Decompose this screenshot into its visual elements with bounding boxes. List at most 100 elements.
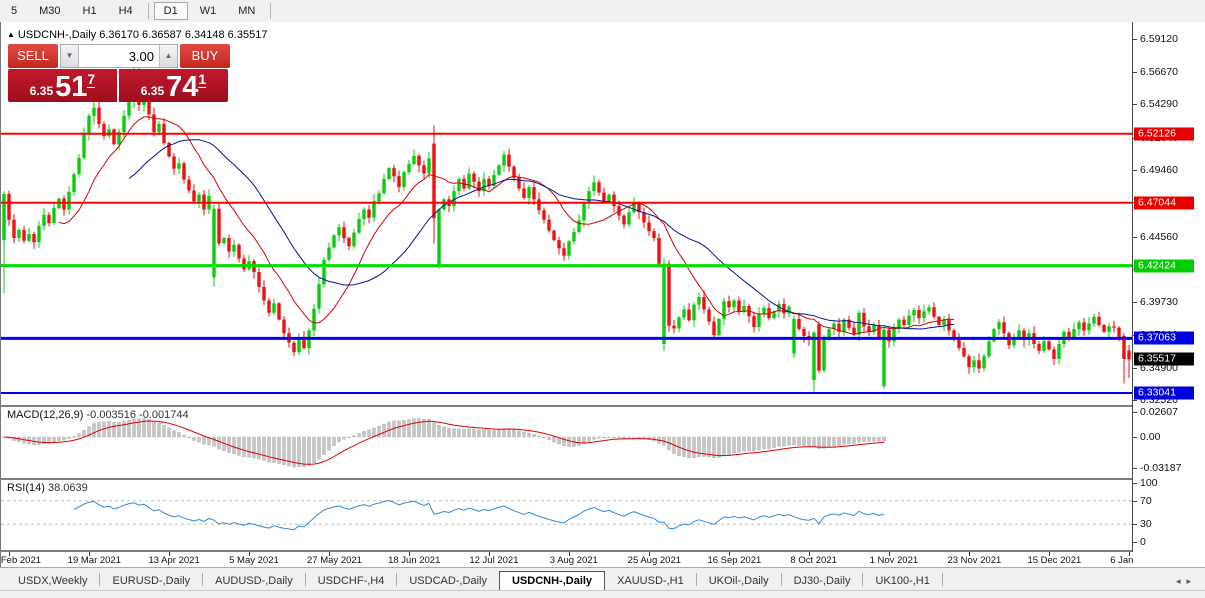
axis-tick-mark xyxy=(1133,468,1137,469)
axis-tick-mark xyxy=(1133,501,1137,502)
buy-price-pip: 1 xyxy=(198,71,206,88)
timeframe-button-m30[interactable]: M30 xyxy=(29,2,70,20)
axis-tick-mark xyxy=(1133,483,1137,484)
axis-tick-mark xyxy=(1133,237,1137,238)
date-label: 1 Nov 2021 xyxy=(870,555,919,566)
timeframe-button-mn[interactable]: MN xyxy=(228,2,265,20)
date-label: 5 May 2021 xyxy=(229,555,279,566)
volume-input[interactable] xyxy=(79,45,159,67)
axis-tick-mark xyxy=(1133,524,1137,525)
chart-ohlc-readout: 6.36170 6.36587 6.34148 6.35517 xyxy=(99,29,267,41)
date-label: 6 Jan 2022 xyxy=(1110,555,1133,566)
sell-price-prefix: 6.35 xyxy=(30,84,53,98)
axis-tick-mark xyxy=(1133,368,1137,369)
tab-separator xyxy=(942,573,943,586)
sell-button[interactable]: SELL xyxy=(8,44,58,68)
macd-label: MACD(12,26,9) -0.003516 -0.001744 xyxy=(7,409,189,421)
axis-tick-mark xyxy=(1133,302,1137,303)
chart-tab-usdcnh-daily[interactable]: USDCNH-,Daily xyxy=(499,571,605,591)
date-label: 25 Feb 2021 xyxy=(0,555,41,566)
price-badge-6.52126: 6.52126 xyxy=(1134,127,1194,140)
axis-tick-label: 6.49460 xyxy=(1140,164,1178,176)
chart-title: ▲USDCNH-,Daily 6.36170 6.36587 6.34148 6… xyxy=(7,29,267,41)
buy-price-prefix: 6.35 xyxy=(141,84,164,98)
sell-price-pip: 7 xyxy=(87,71,95,88)
timeframe-button-h1[interactable]: H1 xyxy=(73,2,107,20)
chart-tab-usdx-weekly[interactable]: USDX,Weekly xyxy=(6,572,99,591)
macd-rsi-splitter[interactable] xyxy=(0,478,1133,480)
axis-tick-label: 70 xyxy=(1140,495,1152,507)
volume-increase-icon[interactable]: ▲ xyxy=(159,45,177,67)
collapse-icon[interactable]: ▲ xyxy=(7,30,15,39)
timeframe-toolbar: 5M30H1H4 D1W1MN xyxy=(0,0,1205,23)
candlestick-series xyxy=(2,59,1130,392)
axis-tick-mark xyxy=(1133,400,1137,401)
date-label: 25 Aug 2021 xyxy=(628,555,681,566)
date-axis[interactable]: 25 Feb 202119 Mar 202113 Apr 20215 May 2… xyxy=(0,552,1133,567)
tab-scroll-right-icon[interactable]: ▸ xyxy=(1186,576,1197,586)
chart-tab-bar: USDX,WeeklyEURUSD-,DailyAUDUSD-,DailyUSD… xyxy=(0,567,1205,591)
chart-tab-usdchf-h4[interactable]: USDCHF-,H4 xyxy=(306,572,397,591)
tab-scroll-left-icon[interactable]: ◂ xyxy=(1176,576,1187,586)
axis-tick-mark xyxy=(1133,72,1137,73)
date-label: 8 Oct 2021 xyxy=(790,555,836,566)
axis-tick-label: 100 xyxy=(1140,477,1158,489)
axis-tick-label: 6.39730 xyxy=(1140,296,1178,308)
volume-decrease-icon[interactable]: ▼ xyxy=(61,45,79,67)
chart-symbol-label: USDCNH-,Daily xyxy=(18,29,96,41)
axis-tick-label: 6.44560 xyxy=(1140,231,1178,243)
toolbar-separator xyxy=(270,3,271,19)
price-macd-splitter[interactable] xyxy=(0,405,1133,407)
axis-tick-label: 0 xyxy=(1140,536,1146,548)
price-badge-6.37063: 6.37063 xyxy=(1134,332,1194,345)
date-label: 12 Jul 2021 xyxy=(469,555,518,566)
axis-tick-label: -0.03187 xyxy=(1140,462,1181,474)
timeframe-button-5[interactable]: 5 xyxy=(1,2,27,20)
sell-price-main: 51 xyxy=(55,74,87,100)
timeframe-button-h4[interactable]: H4 xyxy=(109,2,143,20)
date-label: 13 Apr 2021 xyxy=(149,555,200,566)
ma-slow-line xyxy=(129,140,954,329)
chart-tab-dj30-daily[interactable]: DJ30-,Daily xyxy=(782,572,863,591)
date-label: 15 Dec 2021 xyxy=(1027,555,1081,566)
price-badge-6.42424: 6.42424 xyxy=(1134,259,1194,272)
date-label: 23 Nov 2021 xyxy=(947,555,1001,566)
chart-tab-eurusd-daily[interactable]: EURUSD-,Daily xyxy=(100,572,202,591)
toolbar-separator xyxy=(148,3,149,19)
axis-tick-mark xyxy=(1133,170,1137,171)
axis-tick-mark xyxy=(1133,104,1137,105)
ma-fast-line xyxy=(59,117,954,335)
axis-tick-label: 0.00 xyxy=(1140,431,1160,443)
chart-tab-usdcad-daily[interactable]: USDCAD-,Daily xyxy=(397,572,499,591)
timeframe-button-d1[interactable]: D1 xyxy=(154,2,188,20)
rsi-label: RSI(14) 38.0639 xyxy=(7,482,88,494)
axis-tick-mark xyxy=(1133,542,1137,543)
chart-tab-ukoil-daily[interactable]: UKOil-,Daily xyxy=(697,572,781,591)
macd-histogram xyxy=(3,419,886,468)
chart-tab-xauusd-h1[interactable]: XAUUSD-,H1 xyxy=(605,572,696,591)
price-badge-6.33041: 6.33041 xyxy=(1134,387,1194,400)
rsi-chart-canvas[interactable] xyxy=(1,480,1133,552)
axis-tick-mark xyxy=(1133,437,1137,438)
chart-tab-audusd-daily[interactable]: AUDUSD-,Daily xyxy=(203,572,305,591)
axis-tick-mark xyxy=(1133,39,1137,40)
axis-tick-mark xyxy=(1133,412,1137,413)
timeframe-button-w1[interactable]: W1 xyxy=(190,2,227,20)
price-axis[interactable]: 6.591206.566706.542906.518406.494606.470… xyxy=(1133,22,1205,567)
one-click-trade-panel: SELL ▼ ▲ BUY 6.35 51 7 6.35 74 1 xyxy=(8,44,230,102)
axis-tick-label: 0.02607 xyxy=(1140,406,1178,418)
rsi-value: 38.0639 xyxy=(48,482,88,494)
buy-price-box[interactable]: 6.35 74 1 xyxy=(119,69,228,102)
date-label: 27 May 2021 xyxy=(307,555,362,566)
date-label: 18 Jun 2021 xyxy=(388,555,440,566)
sell-price-box[interactable]: 6.35 51 7 xyxy=(8,69,117,102)
bottom-strip xyxy=(0,590,1205,598)
price-badge-6.47044: 6.47044 xyxy=(1134,196,1194,209)
buy-button[interactable]: BUY xyxy=(180,44,230,68)
macd-values: -0.003516 -0.001744 xyxy=(86,409,188,421)
chart-tab-uk100-h1[interactable]: UK100-,H1 xyxy=(863,572,941,591)
rsi-indicator-pane[interactable]: RSI(14) 38.0639 xyxy=(0,480,1133,552)
axis-tick-label: 30 xyxy=(1140,518,1152,530)
volume-stepper: ▼ ▲ xyxy=(60,44,178,68)
macd-indicator-pane[interactable]: MACD(12,26,9) -0.003516 -0.001744 xyxy=(0,407,1133,479)
